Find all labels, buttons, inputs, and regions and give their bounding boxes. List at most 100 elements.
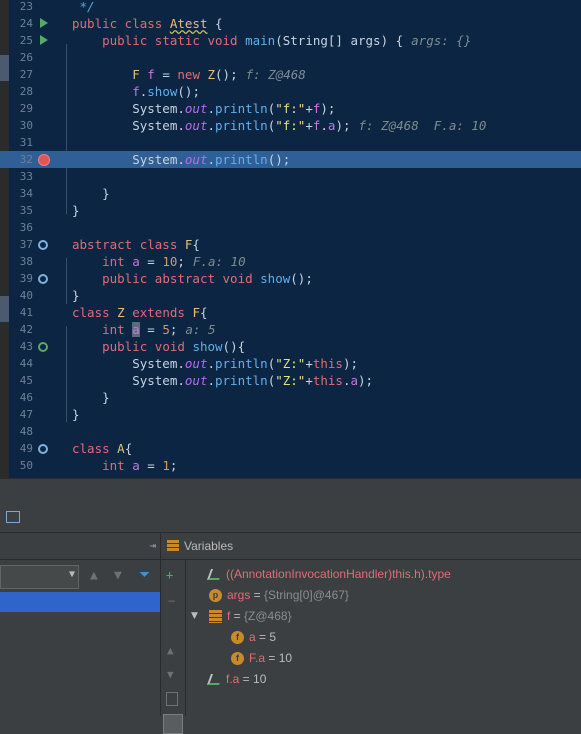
code-line[interactable]: 30 System.out.println("f:"+f.a); f: Z@468… xyxy=(0,117,581,134)
thread-selector[interactable]: ▼ xyxy=(0,565,79,589)
variable-name: a xyxy=(249,630,256,644)
variables-header: Variables xyxy=(161,533,581,560)
line-number: 37 xyxy=(19,238,33,251)
code-line[interactable]: 40} xyxy=(0,287,581,304)
code-line[interactable]: 38 int a = 10; F.a: 10 xyxy=(0,253,581,270)
code-line[interactable]: 47} xyxy=(0,406,581,423)
field-icon: f xyxy=(231,631,244,645)
selected-frame-row[interactable] xyxy=(0,592,160,612)
current-execution-line[interactable]: 32 System.out.println(); xyxy=(0,151,581,168)
code-line[interactable]: 36 xyxy=(0,219,581,236)
line-number: 28 xyxy=(19,85,33,98)
watches-toggle-icon[interactable] xyxy=(163,714,183,734)
move-up-icon[interactable]: ▲ xyxy=(167,644,174,657)
line-number: 38 xyxy=(19,255,33,268)
variables-toolbar: + − ▲ ▼ xyxy=(161,560,186,734)
code-text: */ xyxy=(72,0,95,14)
code-text: System.out.println("f:"+f); xyxy=(72,101,336,116)
variable-row[interactable]: f = {Z@468} xyxy=(209,606,292,626)
implemented-icon[interactable] xyxy=(38,274,48,284)
code-line[interactable]: 42 int a = 5; a: 5 xyxy=(0,321,581,338)
code-text: public class Atest { xyxy=(72,16,223,31)
code-line[interactable]: 45 System.out.println("Z:"+this.a); xyxy=(0,372,581,389)
field-list-icon xyxy=(209,610,222,624)
variable-value: 10 xyxy=(278,651,293,665)
code-line[interactable]: 26 xyxy=(0,49,581,66)
code-line[interactable]: 29 System.out.println("f:"+f); xyxy=(0,100,581,117)
add-watch-icon[interactable]: + xyxy=(166,568,173,582)
line-number: 41 xyxy=(19,306,33,319)
implemented-icon[interactable] xyxy=(38,240,48,250)
code-line[interactable]: 33 xyxy=(0,168,581,185)
code-line[interactable]: 50 int a = 1; xyxy=(0,457,581,474)
console-icon[interactable] xyxy=(6,511,20,523)
variable-value: {String[0]@467} xyxy=(264,588,349,602)
variable-equals: = xyxy=(250,588,265,602)
line-number: 47 xyxy=(19,408,33,421)
code-line[interactable]: 44 System.out.println("Z:"+this); xyxy=(0,355,581,372)
code-line[interactable]: 31 xyxy=(0,134,581,151)
variables-panel: Variables + − ▲ ▼ ((AnnotationInvocation… xyxy=(161,533,581,734)
debug-toolbar xyxy=(0,504,581,533)
watch-icon xyxy=(206,569,224,581)
pin-icon[interactable]: ⇥ xyxy=(149,539,156,552)
variable-row[interactable]: fa = 5 xyxy=(231,627,276,647)
variable-name: args xyxy=(227,588,251,602)
code-text: } xyxy=(72,390,110,405)
code-line[interactable]: 34 } xyxy=(0,185,581,202)
code-text: int a = 1; xyxy=(102,458,178,473)
code-line[interactable]: 41 class Z extends F{ xyxy=(0,304,581,321)
variable-value: 5 xyxy=(269,630,277,644)
variable-row[interactable]: ((AnnotationInvocationHandler)this.h).ty… xyxy=(206,564,451,584)
frames-panel: ⇥ ▼ ▲ ▼ ⏷ xyxy=(0,533,161,716)
variable-row[interactable]: f F.a = 10 xyxy=(231,648,292,668)
code-line[interactable]: 39 public abstract void show(); xyxy=(0,270,581,287)
implemented-icon[interactable] xyxy=(38,444,48,454)
run-icon[interactable] xyxy=(40,18,48,28)
code-text: class Z extends F{ xyxy=(72,305,208,320)
run-icon[interactable] xyxy=(40,35,48,45)
expand-arrow-icon[interactable]: ▼ xyxy=(191,611,198,621)
code-editor[interactable]: 23 */24 public class Atest {25 public sta… xyxy=(0,0,581,478)
variable-row[interactable]: f.a = 10 xyxy=(206,669,266,689)
watch-icon xyxy=(206,674,224,686)
code-line[interactable]: 25 public static void main(String[] args… xyxy=(0,32,581,49)
line-number: 33 xyxy=(19,170,33,183)
variable-name: ((AnnotationInvocationHandler)this.h).ty… xyxy=(226,567,451,581)
code-text: int a = 10; F.a: 10 xyxy=(102,254,246,269)
variable-row[interactable]: p args = {String[0]@467} xyxy=(209,585,349,605)
remove-watch-icon[interactable]: − xyxy=(168,594,175,608)
code-line[interactable]: 23 */ xyxy=(0,0,581,15)
code-line[interactable]: 37 abstract class F{ xyxy=(0,236,581,253)
up-arrow-icon[interactable]: ▲ xyxy=(90,568,98,583)
code-text: public abstract void show(); xyxy=(102,271,313,286)
line-number: 32 xyxy=(19,153,33,166)
filter-icon[interactable]: ⏷ xyxy=(139,567,150,583)
variable-name: F.a xyxy=(249,651,266,665)
copy-icon[interactable] xyxy=(166,692,178,706)
code-line[interactable]: 43 public void show(){ xyxy=(0,338,581,355)
code-line[interactable]: 28 f.show(); xyxy=(0,83,581,100)
line-number: 44 xyxy=(19,357,33,370)
code-text: System.out.println("f:"+f.a); f: Z@468 F.… xyxy=(72,118,487,133)
code-text: F f = new Z(); f: Z@468 xyxy=(132,67,306,82)
code-text: f.show(); xyxy=(132,84,200,99)
line-number: 29 xyxy=(19,102,33,115)
code-line[interactable]: 24 public class Atest { xyxy=(0,15,581,32)
code-text: } xyxy=(72,288,80,303)
variables-icon xyxy=(167,540,179,551)
down-arrow-icon[interactable]: ▼ xyxy=(114,568,122,583)
variable-equals: = xyxy=(255,630,270,644)
line-number: 23 xyxy=(19,0,33,13)
overrides-icon[interactable] xyxy=(38,342,48,352)
code-line[interactable]: 46 } xyxy=(0,389,581,406)
chevron-down-icon[interactable]: ▼ xyxy=(69,569,75,580)
line-number: 27 xyxy=(19,68,33,81)
code-line[interactable]: 48 xyxy=(0,423,581,440)
line-number: 45 xyxy=(19,374,33,387)
code-line[interactable]: 49 class A{ xyxy=(0,440,581,457)
move-down-icon[interactable]: ▼ xyxy=(167,668,174,681)
code-line[interactable]: 27 F f = new Z(); f: Z@468 xyxy=(0,66,581,83)
breakpoint-icon[interactable] xyxy=(38,154,50,166)
code-line[interactable]: 35} xyxy=(0,202,581,219)
